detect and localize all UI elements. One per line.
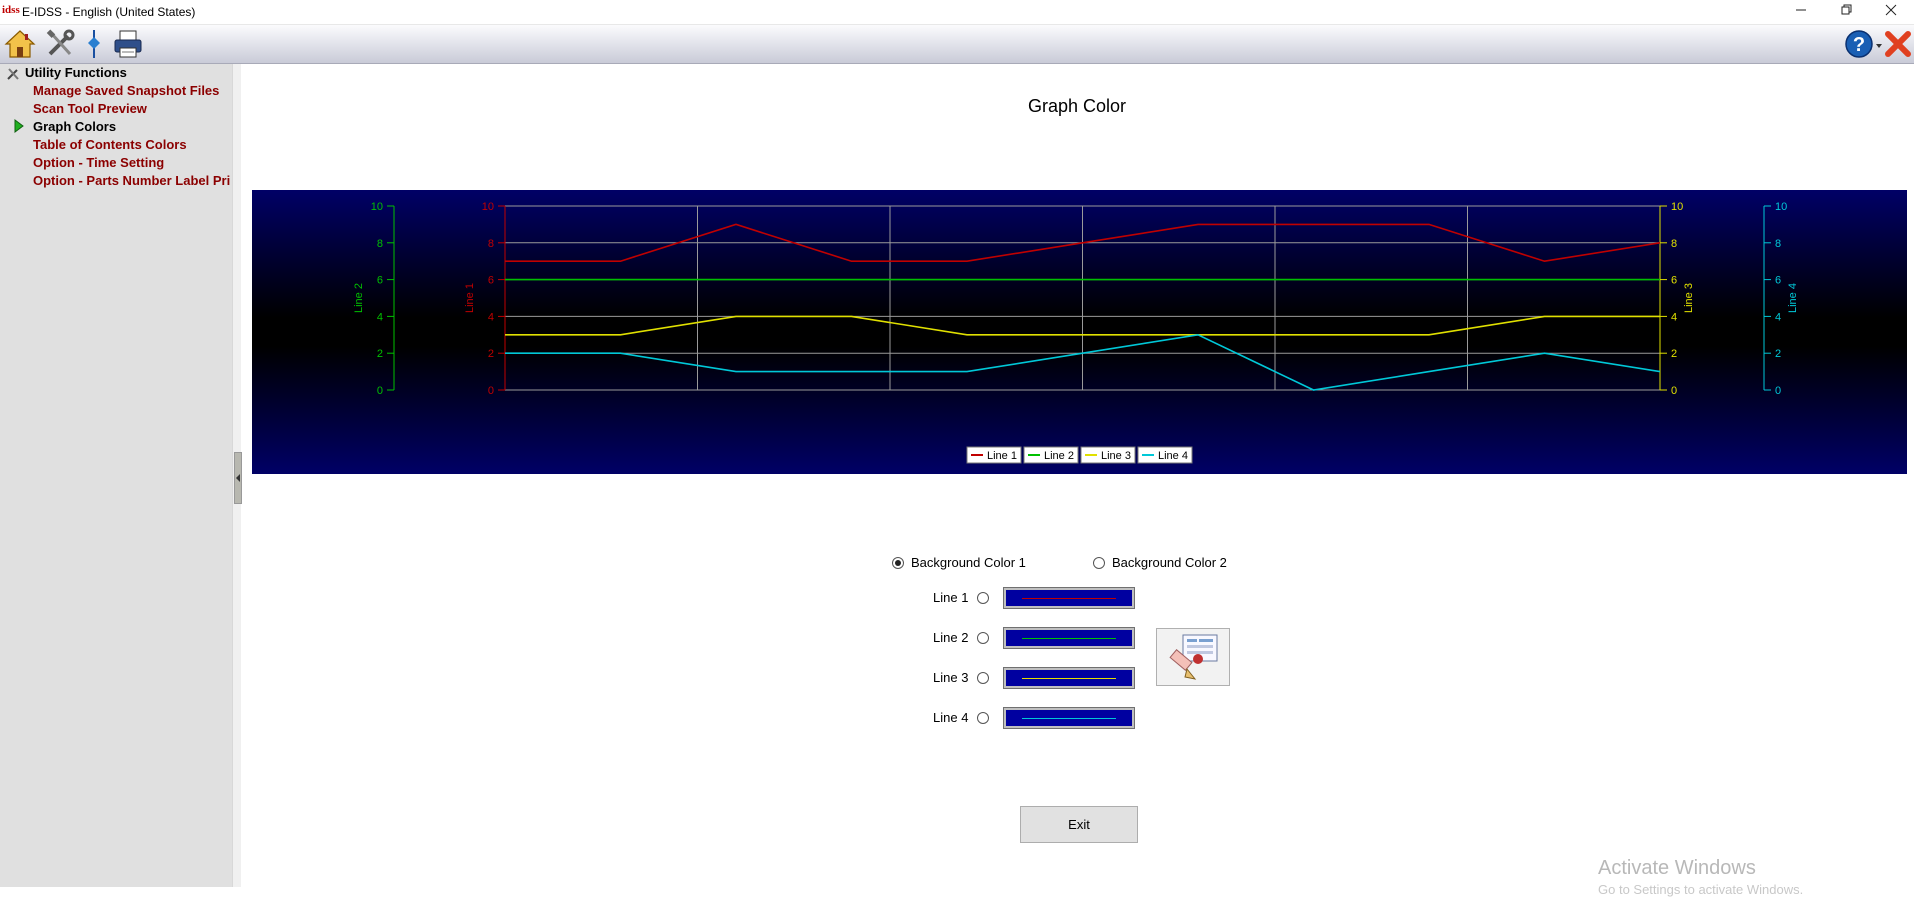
y-axis-tick-label: 10 [1671, 201, 1683, 213]
chart-background [252, 190, 1907, 474]
toolbar: ? [0, 25, 1914, 64]
sidebar-item-time-setting[interactable]: Option - Time Setting [33, 155, 231, 170]
line-4-radio[interactable] [977, 712, 989, 724]
background-color-2-label: Background Color 2 [1112, 555, 1227, 570]
minimize-button[interactable] [1778, 0, 1824, 24]
chevron-left-icon [236, 474, 240, 482]
line-2-radio[interactable] [977, 632, 989, 644]
background-color-2-radio[interactable] [1093, 557, 1105, 569]
print-button[interactable] [112, 28, 144, 60]
y-axis-tick-label: 0 [377, 385, 383, 397]
line-2-sample [1022, 638, 1116, 639]
y-axis-tick-label: 2 [377, 348, 383, 360]
y-axis-tick-label: 4 [1775, 311, 1781, 323]
sidebar-item-parts-label-printing[interactable]: Option - Parts Number Label Printing [33, 173, 231, 188]
tools-icon [7, 68, 19, 80]
legend-label: Line 3 [1101, 450, 1131, 462]
y-axis-tick-label: 2 [1671, 348, 1677, 360]
line-3-radio[interactable] [977, 672, 989, 684]
y-axis-tick-label: 8 [1775, 238, 1781, 250]
restore-button[interactable] [1824, 0, 1870, 24]
y-axis-tick-label: 4 [377, 311, 383, 323]
title-bar: idss E-IDSS - English (United States) [0, 0, 1914, 25]
line-4-label: Line 4 [933, 710, 969, 725]
y-axis-tick-label: 10 [1775, 201, 1787, 213]
y-axis-tick-label: 6 [377, 275, 383, 287]
line-4-color-swatch[interactable] [1003, 707, 1135, 729]
background-color-1-label: Background Color 1 [911, 555, 1026, 570]
sidebar-item-graph-colors[interactable]: Graph Colors [33, 119, 231, 134]
tools-button[interactable] [44, 28, 76, 60]
arrow-right-icon [14, 119, 24, 133]
y-axis-label: Line 1 [464, 283, 476, 313]
y-axis-tick-label: 8 [1671, 238, 1677, 250]
home-icon [4, 30, 36, 58]
legend-label: Line 2 [1044, 450, 1074, 462]
y-axis-tick-label: 6 [1671, 275, 1677, 287]
y-axis-tick-label: 0 [1775, 385, 1781, 397]
signal-button[interactable] [82, 28, 106, 60]
restore-icon [1841, 4, 1852, 15]
graph-preview: 0 2 4 6 8 10 Line 2 0 2 4 6 8 10 Line 1 0 2 4 6 8 10 Line 3 0… [252, 190, 1907, 474]
y-axis-tick-label: 8 [488, 238, 494, 250]
y-axis-tick-label: 4 [1671, 311, 1677, 323]
activation-watermark: Activate Windows [1598, 857, 1756, 879]
y-axis-tick-label: 10 [482, 201, 494, 213]
line-1-color-swatch[interactable] [1003, 587, 1135, 609]
minimize-icon [1796, 9, 1806, 11]
exit-app-button[interactable] [1884, 28, 1912, 60]
printer-icon [114, 30, 142, 58]
line-1-radio[interactable] [977, 592, 989, 604]
collapse-handle[interactable] [234, 452, 242, 504]
close-icon [1885, 4, 1897, 16]
line-4-sample [1022, 718, 1116, 719]
y-axis-tick-label: 2 [1775, 348, 1781, 360]
line-1-label: Line 1 [933, 590, 969, 605]
edit-color-icon [1169, 634, 1218, 680]
line-2-label: Line 2 [933, 630, 969, 645]
page-title: Graph Color [1027, 96, 1127, 116]
line-3-sample [1022, 678, 1116, 679]
y-axis-tick-label: 4 [488, 311, 494, 323]
sidebar-header: Utility Functions [25, 65, 127, 80]
window-title: E-IDSS - English (United States) [22, 5, 196, 19]
sidebar: Utility Functions Manage Saved Snapshot … [0, 64, 232, 887]
home-button[interactable] [4, 28, 36, 60]
close-button[interactable] [1868, 0, 1914, 24]
y-axis-tick-label: 0 [488, 385, 494, 397]
background-color-1-radio[interactable] [892, 557, 904, 569]
sidebar-item-toc-colors[interactable]: Table of Contents Colors [33, 137, 231, 152]
y-axis-tick-label: 6 [1775, 275, 1781, 287]
y-axis-label: Line 2 [353, 283, 365, 313]
tools-icon [46, 29, 75, 56]
y-axis-tick-label: 10 [371, 201, 383, 213]
legend-label: Line 4 [1158, 450, 1188, 462]
y-axis-label: Line 4 [1787, 283, 1799, 313]
signal-icon [88, 30, 100, 58]
line-chart: 0 2 4 6 8 10 Line 2 0 2 4 6 8 10 Line 1 0 2 4 6 8 10 Line 3 0… [252, 190, 1907, 474]
exit-icon [1885, 31, 1911, 57]
y-axis-tick-label: 6 [488, 275, 494, 287]
line-2-color-swatch[interactable] [1003, 627, 1135, 649]
exit-button[interactable]: Exit [1020, 806, 1138, 843]
sidebar-item-manage-snapshots[interactable]: Manage Saved Snapshot Files [33, 83, 231, 98]
edit-color-button[interactable] [1156, 628, 1230, 686]
line-3-label: Line 3 [933, 670, 969, 685]
svg-text:?: ? [1853, 34, 1865, 56]
activation-watermark-hint: Go to Settings to activate Windows. [1598, 882, 1804, 897]
y-axis-label: Line 3 [1683, 283, 1695, 313]
legend-label: Line 1 [987, 450, 1017, 462]
help-button[interactable]: ? [1843, 28, 1883, 60]
sidebar-item-scan-tool-preview[interactable]: Scan Tool Preview [33, 101, 231, 116]
y-axis-tick-label: 8 [377, 238, 383, 250]
line-1-sample [1022, 598, 1116, 599]
y-axis-tick-label: 2 [488, 348, 494, 360]
help-icon: ? [1845, 30, 1882, 58]
line-3-color-swatch[interactable] [1003, 667, 1135, 689]
y-axis-tick-label: 0 [1671, 385, 1677, 397]
app-logo: idss [2, 4, 20, 16]
